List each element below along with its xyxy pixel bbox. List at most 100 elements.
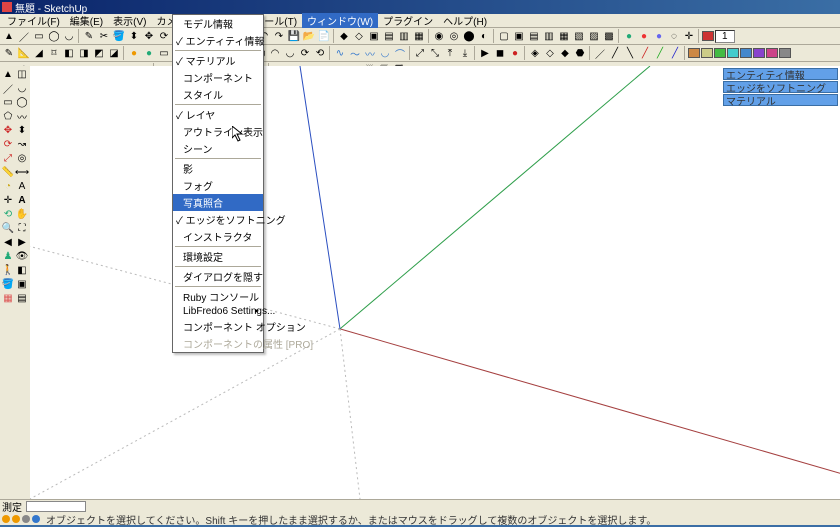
shape3d-7[interactable]: ⟲ <box>313 46 327 60</box>
plugin-btn-4[interactable]: ▤ <box>382 29 396 43</box>
sw-7[interactable] <box>766 48 778 58</box>
lt-push[interactable]: ⬍ <box>15 123 29 137</box>
menu-item[interactable]: ✓ レイヤ <box>173 106 263 123</box>
box5-icon[interactable]: ▦ <box>557 29 571 43</box>
misc-1[interactable]: ◈ <box>528 46 542 60</box>
style-6[interactable]: ╱ <box>668 46 682 60</box>
menu-item[interactable]: ✓ マテリアル <box>173 52 263 69</box>
xform-1[interactable]: ⤢ <box>413 46 427 60</box>
lt-follow[interactable]: ↝ <box>15 137 29 151</box>
box-icon[interactable]: ▢ <box>497 29 511 43</box>
lt-offset[interactable]: ◎ <box>15 151 29 165</box>
lt-next[interactable]: ▶ <box>15 235 29 249</box>
lt-group[interactable]: ▦ <box>1 291 15 305</box>
move-icon[interactable]: ✥ <box>142 29 156 43</box>
plugin-btn-7[interactable]: ◉ <box>432 29 446 43</box>
lt-orbit[interactable]: ⟲ <box>1 207 15 221</box>
menu-item[interactable]: ✓ エンティティ情報 <box>173 32 263 49</box>
lt-zoomwin[interactable]: ⛶ <box>15 221 29 235</box>
lt-comp[interactable]: ▣ <box>15 277 29 291</box>
pushpull-icon[interactable]: ⬍ <box>127 29 141 43</box>
lt-prev[interactable]: ◀ <box>1 235 15 249</box>
style-2[interactable]: ╱ <box>608 46 622 60</box>
render-4[interactable]: ◌ <box>667 29 681 43</box>
arc-icon[interactable]: ◡ <box>62 29 76 43</box>
xform-3[interactable]: ⤒ <box>443 46 457 60</box>
lt-free[interactable]: 〰 <box>15 109 29 123</box>
menu-item[interactable]: ✓ エッジをソフトニング <box>173 211 263 228</box>
menu-item[interactable]: コンポーネント <box>173 69 263 86</box>
lt-look[interactable]: 👁 <box>15 249 29 263</box>
lt-move[interactable]: ✥ <box>1 123 15 137</box>
axes-icon[interactable]: ✛ <box>682 29 696 43</box>
lt-eraser[interactable]: ◫ <box>15 67 29 81</box>
tb2-1[interactable]: ✎ <box>2 46 16 60</box>
menu-file[interactable]: ファイル(F) <box>2 13 65 28</box>
select-icon[interactable]: ▲ <box>2 29 16 43</box>
panel-entity-info[interactable]: エンティティ情報 <box>723 68 838 80</box>
tb2-4[interactable]: ⌑ <box>47 46 61 60</box>
lt-tape[interactable]: 📏 <box>1 165 15 179</box>
misc-4[interactable]: ⬣ <box>573 46 587 60</box>
tb2-7[interactable]: ◩ <box>92 46 106 60</box>
lt-pos[interactable]: ♟ <box>1 249 15 263</box>
curve-1[interactable]: ∿ <box>333 46 347 60</box>
render-1[interactable]: ● <box>622 29 636 43</box>
plugin-btn-2[interactable]: ◇ <box>352 29 366 43</box>
window-menu-dropdown[interactable]: モデル情報✓ エンティティ情報✓ マテリアルコンポーネントスタイル✓ レイヤアウ… <box>172 14 264 353</box>
menu-plugins[interactable]: プラグイン <box>378 13 438 28</box>
sw-5[interactable] <box>740 48 752 58</box>
menu-view[interactable]: 表示(V) <box>108 13 151 28</box>
measure-input[interactable] <box>26 501 86 512</box>
lt-3dtext[interactable]: A <box>15 193 29 207</box>
sw-1[interactable] <box>688 48 700 58</box>
open-icon[interactable]: 📂 <box>302 29 316 43</box>
menu-item[interactable]: ダイアログを隠す <box>173 268 263 285</box>
lt-select[interactable]: ▲ <box>1 67 15 81</box>
rotate-icon[interactable]: ⟳ <box>157 29 171 43</box>
lt-prot[interactable]: ◔ <box>1 179 15 193</box>
circle-icon[interactable]: ◯ <box>47 29 61 43</box>
box8-icon[interactable]: ▩ <box>602 29 616 43</box>
paint-icon[interactable]: 🪣 <box>112 29 126 43</box>
plugin-btn-9[interactable]: ⬤ <box>462 29 476 43</box>
box6-icon[interactable]: ▧ <box>572 29 586 43</box>
plugin-btn-8[interactable]: ◎ <box>447 29 461 43</box>
color-swatch-1[interactable] <box>702 31 714 41</box>
menu-item[interactable]: 環境設定 <box>173 248 263 265</box>
tb2-8[interactable]: ◪ <box>107 46 121 60</box>
stop-icon[interactable]: ◼ <box>493 46 507 60</box>
style-3[interactable]: ╲ <box>623 46 637 60</box>
sw-6[interactable] <box>753 48 765 58</box>
menu-item[interactable]: スタイル <box>173 86 263 103</box>
render-2[interactable]: ● <box>637 29 651 43</box>
misc-3[interactable]: ◆ <box>558 46 572 60</box>
tb2-6[interactable]: ◨ <box>77 46 91 60</box>
style-1[interactable]: ／ <box>593 46 607 60</box>
box7-icon[interactable]: ▨ <box>587 29 601 43</box>
lt-axes[interactable]: ✛ <box>1 193 15 207</box>
panel-materials[interactable]: マテリアル <box>723 94 838 106</box>
tb2-5[interactable]: ◧ <box>62 46 76 60</box>
menu-item[interactable]: フォグ <box>173 177 263 194</box>
menu-item[interactable]: LibFredo6 Settings... <box>173 305 263 318</box>
lt-poly[interactable]: ⬠ <box>1 109 15 123</box>
sw-4[interactable] <box>727 48 739 58</box>
plugin-btn-1[interactable]: ◆ <box>337 29 351 43</box>
misc-2[interactable]: ◇ <box>543 46 557 60</box>
shape3d-5[interactable]: ◡ <box>283 46 297 60</box>
curve-2[interactable]: ～ <box>348 46 362 60</box>
menu-item[interactable]: シーン <box>173 140 263 157</box>
menu-item[interactable]: 写真照合 <box>173 194 263 211</box>
curve-5[interactable]: ⌒ <box>393 46 407 60</box>
lt-walk[interactable]: 🚶 <box>1 263 15 277</box>
shape3d-4[interactable]: ◠ <box>268 46 282 60</box>
lt-rotate[interactable]: ⟳ <box>1 137 15 151</box>
menu-item[interactable]: Ruby コンソール <box>173 288 263 305</box>
menu-edit[interactable]: 編集(E) <box>65 13 108 28</box>
menu-item[interactable]: コンポーネント オプション <box>173 318 263 335</box>
viewport[interactable] <box>30 66 840 499</box>
xform-2[interactable]: ⤡ <box>428 46 442 60</box>
menu-window[interactable]: ウィンドウ(W) <box>302 13 378 28</box>
new-icon[interactable]: 📄 <box>317 29 331 43</box>
